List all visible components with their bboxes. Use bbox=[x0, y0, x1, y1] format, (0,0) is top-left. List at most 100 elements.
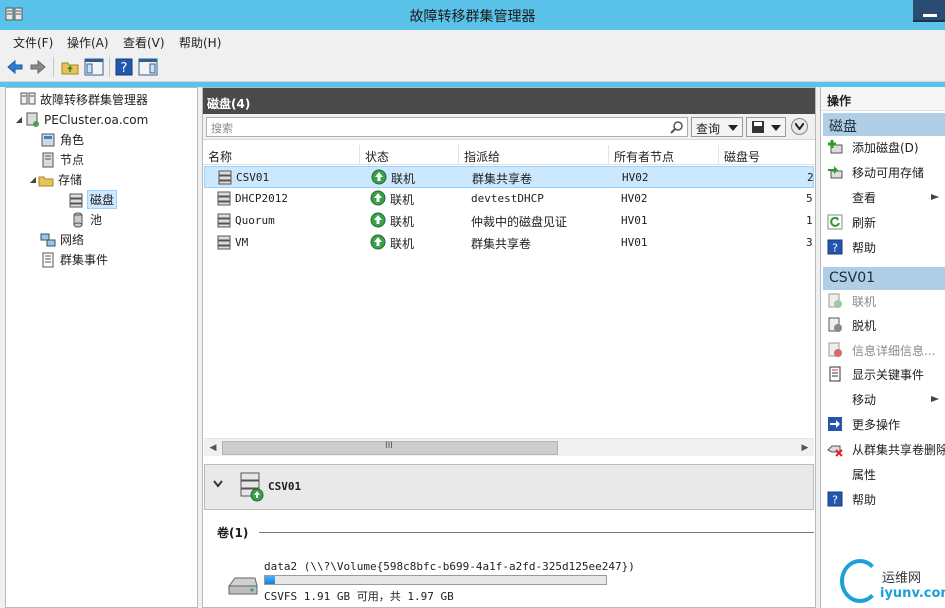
show-hide-action-icon[interactable] bbox=[138, 57, 158, 77]
action-online[interactable]: 联机 bbox=[827, 290, 945, 312]
query-dropdown[interactable]: 查询 bbox=[691, 117, 743, 137]
disk-status: 联机 bbox=[390, 193, 415, 207]
tree-label: 节点 bbox=[60, 153, 85, 167]
watermark-line1: 运维网 bbox=[882, 571, 922, 586]
watermark-ring bbox=[840, 559, 880, 603]
menu-file[interactable]: 文件(F) bbox=[13, 34, 53, 51]
help-icon[interactable]: ? bbox=[114, 57, 134, 77]
scroll-right-icon[interactable]: ▶ bbox=[798, 441, 812, 455]
horizontal-scrollbar[interactable]: ◀ III ▶ bbox=[204, 438, 814, 456]
tree-item-roles[interactable]: 角色 bbox=[40, 130, 84, 149]
info-details-icon bbox=[828, 342, 842, 357]
tree-item-disks[interactable]: 磁盘 bbox=[68, 190, 118, 209]
tree-item-storage[interactable]: ◢ 存储 bbox=[28, 170, 82, 189]
action-label: 联机 bbox=[852, 294, 877, 309]
column-header-name[interactable]: 名称 bbox=[203, 145, 360, 165]
column-header-status[interactable]: 状态 bbox=[360, 145, 459, 165]
search-icon[interactable] bbox=[670, 120, 684, 134]
collapse-icon[interactable]: ◢ bbox=[14, 115, 24, 124]
cluster-manager-icon bbox=[20, 92, 36, 104]
tree-item-events[interactable]: 群集事件 bbox=[40, 250, 108, 269]
action-info-details[interactable]: 信息详细信息... bbox=[827, 339, 945, 361]
svg-text:?: ? bbox=[832, 242, 838, 255]
menu-action[interactable]: 操作(A) bbox=[67, 34, 109, 51]
action-help[interactable]: ? 帮助 bbox=[827, 236, 945, 258]
offline-icon bbox=[828, 317, 842, 332]
table-row[interactable]: CSV01 联机 群集共享卷 HV02 2 bbox=[204, 166, 814, 188]
save-query-dropdown[interactable] bbox=[746, 117, 786, 137]
disk-name: VM bbox=[235, 236, 249, 249]
action-help-csv[interactable]: ? 帮助 bbox=[827, 488, 945, 510]
scrollbar-thumb[interactable]: III bbox=[222, 441, 558, 455]
navigation-tree: 故障转移群集管理器 ◢ PECluster.oa.com 角色 节点 ◢ 存储 … bbox=[5, 87, 198, 608]
forward-icon[interactable] bbox=[28, 57, 48, 77]
column-header-disk-number[interactable]: 磁盘号 bbox=[719, 145, 815, 165]
actions-section-csv01[interactable]: CSV01 bbox=[823, 267, 945, 290]
action-critical-events[interactable]: 显示关键事件 bbox=[827, 363, 945, 385]
action-more-actions[interactable]: 更多操作 bbox=[827, 413, 945, 435]
action-add-disk[interactable]: 添加磁盘(D) bbox=[827, 136, 945, 158]
action-label: 移动 bbox=[852, 392, 877, 407]
action-offline[interactable]: 脱机 bbox=[827, 314, 945, 336]
disk-number: 1 bbox=[806, 214, 813, 227]
menu-help[interactable]: 帮助(H) bbox=[179, 34, 221, 51]
action-refresh[interactable]: 刷新 bbox=[827, 211, 945, 233]
menu-bar: 文件(F) 操作(A) 查看(V) 帮助(H) bbox=[0, 30, 945, 52]
action-remove-from-csv[interactable]: 从群集共享卷删除 bbox=[827, 438, 945, 460]
actions-pane: 操作 磁盘 添加磁盘(D) 移动可用存储 查看 刷新 ? 帮助 CSV01 联机… bbox=[820, 87, 945, 608]
tree-item-pools[interactable]: 池 bbox=[70, 210, 102, 229]
disk-owner: HV02 bbox=[622, 171, 649, 184]
expand-icon[interactable] bbox=[791, 118, 808, 135]
disk-status: 联机 bbox=[391, 172, 416, 186]
scroll-left-icon[interactable]: ◀ bbox=[206, 441, 220, 455]
svg-text:?: ? bbox=[121, 61, 128, 76]
tree-item-root[interactable]: 故障转移群集管理器 bbox=[10, 90, 148, 109]
online-status-icon bbox=[370, 190, 386, 206]
back-icon[interactable] bbox=[5, 57, 25, 77]
chevron-down-icon[interactable] bbox=[213, 480, 223, 488]
column-header-assigned[interactable]: 指派给 bbox=[459, 145, 609, 165]
disk-assigned: 群集共享卷 bbox=[471, 237, 532, 251]
tree-label: PECluster.oa.com bbox=[44, 112, 149, 127]
action-label: 从群集共享卷删除 bbox=[852, 442, 945, 457]
column-header-owner[interactable]: 所有者节点 bbox=[609, 145, 719, 165]
action-label: 属性 bbox=[852, 467, 877, 482]
collapse-icon[interactable]: ◢ bbox=[28, 175, 38, 184]
show-hide-tree-icon[interactable] bbox=[84, 57, 104, 77]
minimize-button[interactable] bbox=[913, 0, 945, 22]
action-label: 显示关键事件 bbox=[852, 367, 925, 382]
action-view[interactable]: 查看 bbox=[827, 186, 945, 208]
disk-status: 联机 bbox=[390, 215, 415, 229]
query-label: 查询 bbox=[696, 122, 721, 136]
action-move-storage[interactable]: 移动可用存储 bbox=[827, 161, 945, 183]
action-move[interactable]: 移动 bbox=[827, 388, 945, 410]
storage-icon bbox=[38, 176, 54, 186]
toolbar-separator bbox=[109, 57, 110, 77]
title-bar: 故障转移群集管理器 bbox=[0, 0, 945, 30]
disk-owner: HV02 bbox=[621, 192, 648, 205]
disk-name: CSV01 bbox=[236, 171, 270, 184]
tree-item-nodes[interactable]: 节点 bbox=[40, 150, 84, 169]
actions-section-disks[interactable]: 磁盘 bbox=[823, 113, 945, 136]
disk-assigned: 仲裁中的磁盘见证 bbox=[471, 215, 568, 229]
tree-item-networks[interactable]: 网络 bbox=[40, 230, 84, 249]
volume-name: data2 (\\?\Volume{598c8bfc-b699-4a1f-a2f… bbox=[264, 560, 635, 573]
search-input[interactable]: 搜索 bbox=[206, 117, 688, 137]
detail-header[interactable]: CSV01 bbox=[204, 464, 814, 510]
disk-name: Quorum bbox=[235, 214, 275, 227]
table-row[interactable]: VM 联机 群集共享卷 HV01 3 bbox=[204, 232, 814, 254]
move-storage-icon bbox=[828, 166, 843, 179]
table-row[interactable]: Quorum 联机 仲裁中的磁盘见证 HV01 1 bbox=[204, 210, 814, 232]
menu-view[interactable]: 查看(V) bbox=[123, 34, 165, 51]
action-label: 查看 bbox=[852, 190, 877, 205]
disk-number: 3 bbox=[806, 236, 813, 249]
action-properties[interactable]: 属性 bbox=[827, 463, 945, 485]
tree-item-cluster[interactable]: ◢ PECluster.oa.com bbox=[14, 110, 148, 129]
tree-label: 网络 bbox=[60, 233, 85, 247]
up-folder-icon[interactable] bbox=[60, 57, 80, 77]
disk-icon bbox=[217, 191, 231, 206]
watermark-line2: iyunv.com bbox=[880, 586, 945, 601]
disk-assigned: 群集共享卷 bbox=[472, 172, 533, 186]
disk-owner: HV01 bbox=[621, 236, 648, 249]
table-row[interactable]: DHCP2012 联机 devtestDHCP HV02 5 bbox=[204, 188, 814, 210]
